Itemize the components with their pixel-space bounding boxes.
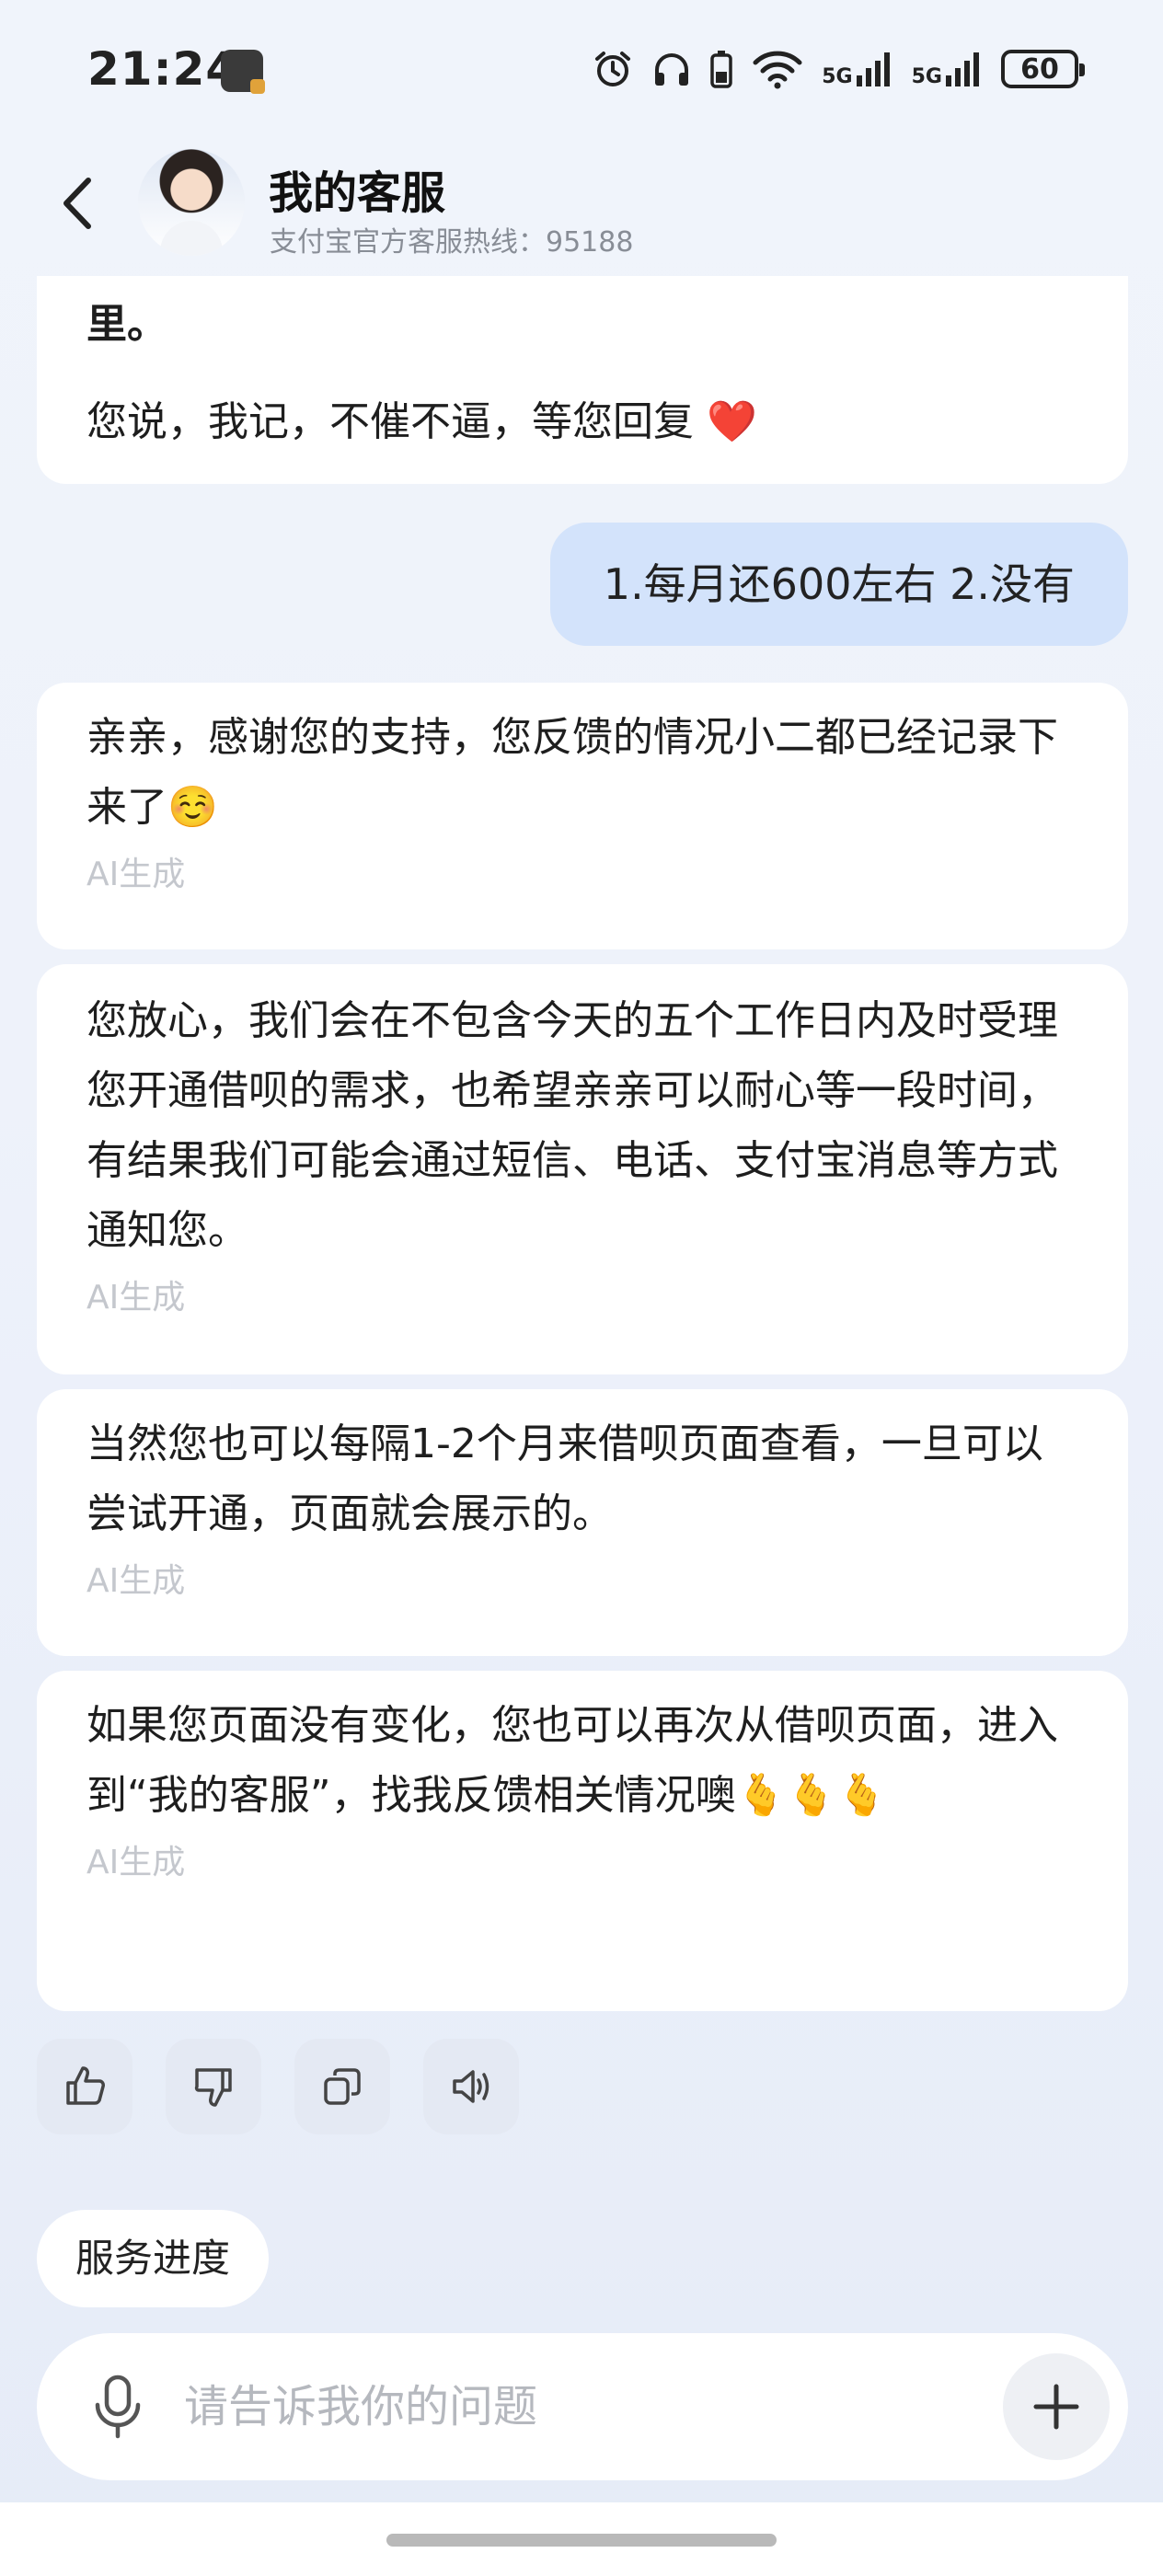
message-text: 您放心，我们会在不包含今天的五个工作日内及时受理您开通借呗的需求，也希望亲亲可以… bbox=[86, 997, 1058, 1254]
thumbs-up-button[interactable] bbox=[37, 2039, 132, 2134]
ai-generated-tag: AI生成 bbox=[86, 1279, 186, 1317]
battery-indicator: 60 bbox=[1001, 50, 1085, 88]
agent-message: 您放心，我们会在不包含今天的五个工作日内及时受理您开通借呗的需求，也希望亲亲可以… bbox=[37, 964, 1128, 1374]
agent-message: 当然您也可以每隔1-2个月来借呗页面查看，一旦可以尝试开通，页面就会展示的。 A… bbox=[37, 1389, 1128, 1656]
user-message: 1.每月还600左右 2.没有 bbox=[549, 523, 1128, 646]
battery-small-icon bbox=[710, 51, 732, 88]
thumbs-down-button[interactable] bbox=[166, 2039, 261, 2134]
wifi-icon bbox=[753, 51, 802, 89]
plus-icon bbox=[1033, 2384, 1079, 2430]
signal-icon bbox=[856, 52, 890, 86]
status-icons: 5G 5G 60 bbox=[592, 48, 1085, 90]
service-progress-chip[interactable]: 服务进度 bbox=[37, 2210, 270, 2307]
message-text: 亲亲，感谢您的支持，您反馈的情况小二都已经记录下来了☺️ bbox=[86, 714, 1058, 831]
microphone-icon[interactable] bbox=[81, 2370, 155, 2444]
copy-button[interactable] bbox=[294, 2039, 390, 2134]
message-input-bar[interactable]: 请告诉我你的问题 bbox=[37, 2333, 1128, 2480]
signal-icon bbox=[946, 52, 979, 86]
chat-area[interactable]: 里。 您说，我记，不催不逼，等您回复 ❤️ 1.每月还600左右 2.没有 亲亲… bbox=[0, 276, 1163, 2024]
agent-message: 亲亲，感谢您的支持，您反馈的情况小二都已经记录下来了☺️ AI生成 bbox=[37, 683, 1128, 949]
speaker-icon bbox=[453, 2070, 489, 2103]
home-indicator[interactable] bbox=[386, 2534, 777, 2547]
agent-avatar[interactable] bbox=[138, 149, 245, 256]
copy-icon bbox=[324, 2068, 361, 2105]
back-arrow-icon[interactable] bbox=[53, 171, 109, 236]
question-input[interactable]: 请告诉我你的问题 bbox=[184, 2333, 537, 2480]
thumbs-up-icon bbox=[66, 2066, 105, 2105]
ai-generated-tag: AI生成 bbox=[86, 856, 186, 893]
read-aloud-button[interactable] bbox=[423, 2039, 519, 2134]
message-text: 如果您页面没有变化，您也可以再次从借呗页面，进入到“我的客服”，找我反馈相关情况… bbox=[86, 1702, 1058, 1819]
ai-generated-tag: AI生成 bbox=[86, 1562, 186, 1600]
message-actions bbox=[37, 2039, 519, 2134]
chat-header: 我的客服 支付宝官方客服热线：95188 bbox=[0, 138, 1163, 276]
headphones-icon bbox=[655, 53, 689, 86]
status-time: 21:24 bbox=[87, 42, 239, 96]
hotline-subtitle: 支付宝官方客服热线：95188 bbox=[270, 226, 634, 259]
message-line: 里。 bbox=[86, 301, 167, 348]
signal-1: 5G bbox=[822, 50, 894, 88]
message-text: 当然您也可以每隔1-2个月来借呗页面查看，一旦可以尝试开通，页面就会展示的。 bbox=[86, 1420, 1043, 1537]
alarm-icon bbox=[595, 52, 631, 86]
agent-message: 里。 您说，我记，不催不逼，等您回复 ❤️ bbox=[37, 276, 1128, 484]
notification-app-icon bbox=[221, 50, 265, 94]
page-title: 我的客服 bbox=[269, 167, 446, 219]
ai-generated-tag: AI生成 bbox=[86, 1844, 186, 1881]
more-options-button[interactable] bbox=[1003, 2353, 1110, 2460]
thumbs-down-icon bbox=[194, 2068, 232, 2107]
status-bar: 21:24 5G 5G 60 bbox=[0, 0, 1163, 138]
signal-2: 5G bbox=[912, 50, 985, 88]
agent-message: 如果您页面没有变化，您也可以再次从借呗页面，进入到“我的客服”，找我反馈相关情况… bbox=[37, 1671, 1128, 2011]
message-line: 您说，我记，不催不逼，等您回复 ❤️ bbox=[86, 398, 757, 445]
message-text: 1.每月还600左右 2.没有 bbox=[603, 559, 1075, 609]
